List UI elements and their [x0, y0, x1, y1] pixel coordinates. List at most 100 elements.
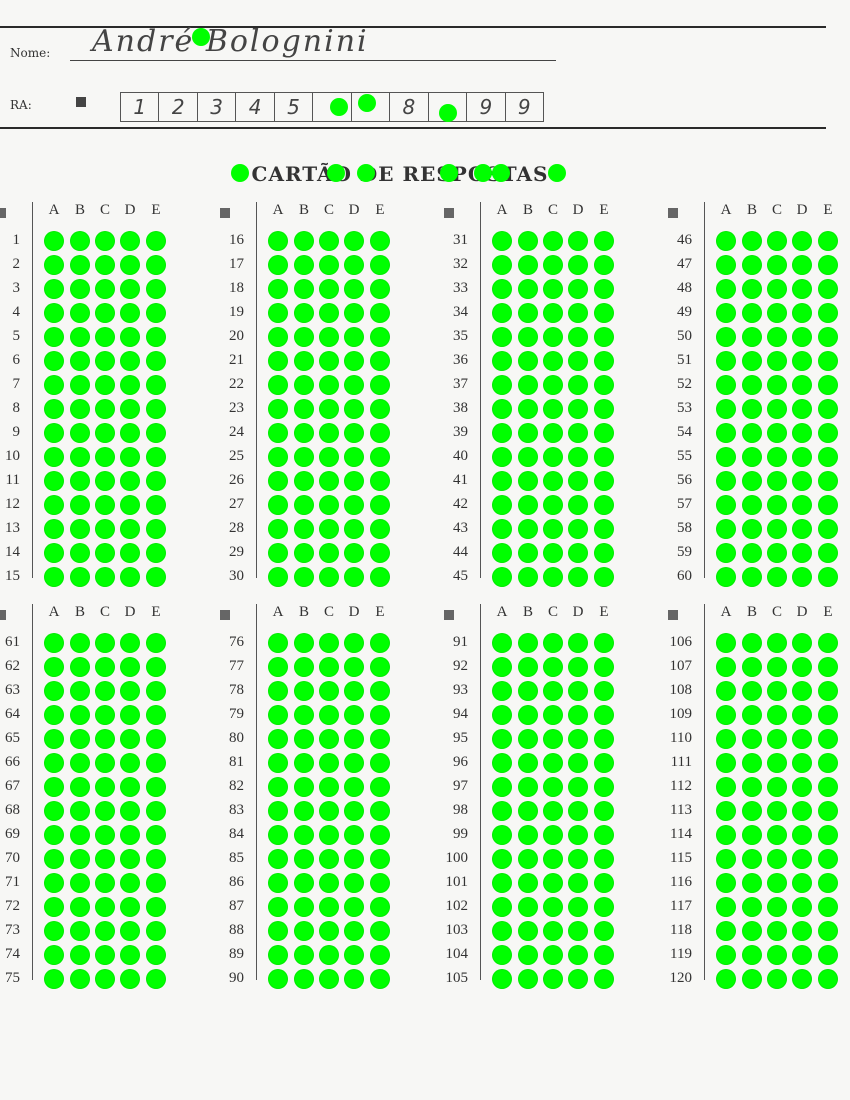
answer-bubble[interactable]	[70, 567, 90, 587]
answer-bubble[interactable]	[742, 897, 762, 917]
answer-bubble[interactable]	[767, 633, 787, 653]
answer-bubble[interactable]	[268, 255, 288, 275]
answer-bubble[interactable]	[95, 231, 115, 251]
answer-bubble[interactable]	[792, 657, 812, 677]
answer-bubble[interactable]	[568, 873, 588, 893]
answer-bubble[interactable]	[818, 423, 838, 443]
answer-bubble[interactable]	[268, 633, 288, 653]
answer-bubble[interactable]	[268, 657, 288, 677]
answer-bubble[interactable]	[146, 657, 166, 677]
answer-bubble[interactable]	[543, 897, 563, 917]
ra-digit-cell[interactable]: 9	[467, 93, 506, 121]
answer-bubble[interactable]	[767, 327, 787, 347]
answer-bubble[interactable]	[344, 327, 364, 347]
answer-bubble[interactable]	[319, 969, 339, 989]
answer-bubble[interactable]	[594, 873, 614, 893]
answer-bubble[interactable]	[146, 753, 166, 773]
answer-bubble[interactable]	[146, 375, 166, 395]
answer-bubble[interactable]	[518, 519, 538, 539]
answer-bubble[interactable]	[319, 825, 339, 845]
answer-bubble[interactable]	[344, 921, 364, 941]
answer-bubble[interactable]	[716, 921, 736, 941]
answer-bubble[interactable]	[742, 633, 762, 653]
answer-bubble[interactable]	[716, 447, 736, 467]
answer-bubble[interactable]	[44, 279, 64, 299]
answer-bubble[interactable]	[716, 279, 736, 299]
answer-bubble[interactable]	[742, 279, 762, 299]
answer-bubble[interactable]	[742, 567, 762, 587]
answer-bubble[interactable]	[594, 897, 614, 917]
answer-bubble[interactable]	[716, 657, 736, 677]
answer-bubble[interactable]	[146, 801, 166, 821]
answer-bubble[interactable]	[543, 351, 563, 371]
answer-bubble[interactable]	[818, 729, 838, 749]
answer-bubble[interactable]	[543, 231, 563, 251]
answer-bubble[interactable]	[70, 873, 90, 893]
answer-bubble[interactable]	[70, 231, 90, 251]
answer-bubble[interactable]	[268, 969, 288, 989]
answer-bubble[interactable]	[120, 543, 140, 563]
answer-bubble[interactable]	[518, 921, 538, 941]
answer-bubble[interactable]	[146, 849, 166, 869]
answer-bubble[interactable]	[294, 705, 314, 725]
answer-bubble[interactable]	[370, 849, 390, 869]
answer-bubble[interactable]	[594, 423, 614, 443]
answer-bubble[interactable]	[543, 303, 563, 323]
answer-bubble[interactable]	[95, 567, 115, 587]
ra-digit-cell[interactable]: 9	[506, 93, 543, 121]
answer-bubble[interactable]	[344, 897, 364, 917]
answer-bubble[interactable]	[767, 705, 787, 725]
answer-bubble[interactable]	[294, 825, 314, 845]
answer-bubble[interactable]	[742, 753, 762, 773]
answer-bubble[interactable]	[792, 303, 812, 323]
answer-bubble[interactable]	[120, 777, 140, 797]
answer-bubble[interactable]	[344, 729, 364, 749]
answer-bubble[interactable]	[767, 423, 787, 443]
answer-bubble[interactable]	[344, 633, 364, 653]
answer-bubble[interactable]	[543, 633, 563, 653]
answer-bubble[interactable]	[70, 351, 90, 371]
answer-bubble[interactable]	[120, 753, 140, 773]
answer-bubble[interactable]	[70, 447, 90, 467]
answer-bubble[interactable]	[344, 705, 364, 725]
answer-bubble[interactable]	[268, 873, 288, 893]
answer-bubble[interactable]	[518, 777, 538, 797]
answer-bubble[interactable]	[370, 375, 390, 395]
answer-bubble[interactable]	[568, 921, 588, 941]
answer-bubble[interactable]	[44, 969, 64, 989]
answer-bubble[interactable]	[294, 543, 314, 563]
answer-bubble[interactable]	[767, 849, 787, 869]
answer-bubble[interactable]	[518, 327, 538, 347]
answer-bubble[interactable]	[818, 327, 838, 347]
answer-bubble[interactable]	[767, 873, 787, 893]
answer-bubble[interactable]	[120, 705, 140, 725]
answer-bubble[interactable]	[518, 231, 538, 251]
answer-bubble[interactable]	[492, 969, 512, 989]
answer-bubble[interactable]	[70, 825, 90, 845]
answer-bubble[interactable]	[716, 945, 736, 965]
answer-bubble[interactable]	[518, 567, 538, 587]
answer-bubble[interactable]	[120, 921, 140, 941]
answer-bubble[interactable]	[344, 303, 364, 323]
answer-bubble[interactable]	[294, 681, 314, 701]
answer-bubble[interactable]	[146, 399, 166, 419]
answer-bubble[interactable]	[568, 279, 588, 299]
answer-bubble[interactable]	[95, 633, 115, 653]
answer-bubble[interactable]	[44, 255, 64, 275]
answer-bubble[interactable]	[492, 279, 512, 299]
answer-bubble[interactable]	[492, 303, 512, 323]
answer-bubble[interactable]	[44, 753, 64, 773]
answer-bubble[interactable]	[95, 969, 115, 989]
answer-bubble[interactable]	[268, 471, 288, 491]
answer-bubble[interactable]	[146, 945, 166, 965]
answer-bubble[interactable]	[742, 729, 762, 749]
answer-bubble[interactable]	[319, 231, 339, 251]
answer-bubble[interactable]	[518, 681, 538, 701]
answer-bubble[interactable]	[95, 681, 115, 701]
answer-bubble[interactable]	[543, 279, 563, 299]
answer-bubble[interactable]	[95, 423, 115, 443]
answer-bubble[interactable]	[319, 423, 339, 443]
answer-bubble[interactable]	[594, 921, 614, 941]
answer-bubble[interactable]	[70, 519, 90, 539]
answer-bubble[interactable]	[568, 801, 588, 821]
